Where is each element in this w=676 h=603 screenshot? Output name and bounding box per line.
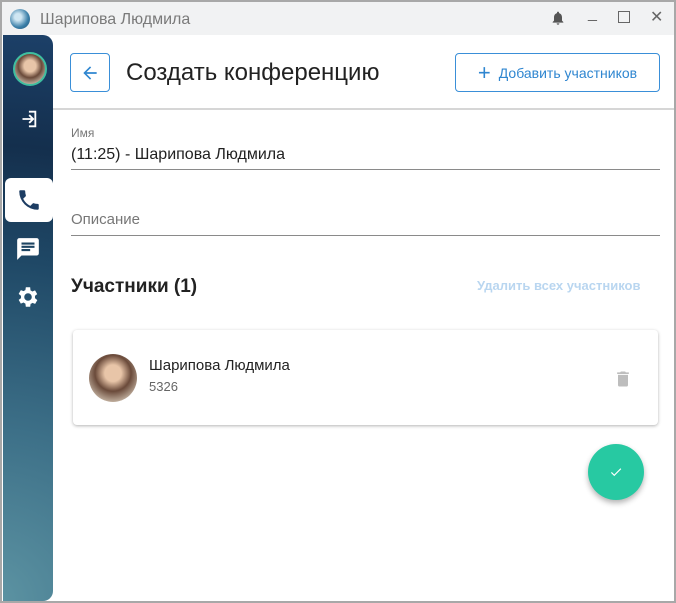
description-field[interactable]: Описание bbox=[71, 211, 660, 236]
name-field[interactable]: Имя (11:25) - Шарипова Людмила bbox=[71, 126, 660, 170]
app-logo-icon bbox=[10, 9, 30, 29]
title-bar: Шарипова Людмила _ ✕ bbox=[2, 2, 674, 35]
description-input[interactable]: Описание bbox=[71, 211, 660, 235]
plus-icon: + bbox=[477, 59, 491, 85]
participants-heading: Участники (1) bbox=[71, 276, 198, 297]
participant-avatar bbox=[89, 354, 137, 402]
sidebar bbox=[3, 35, 53, 601]
calls-icon[interactable] bbox=[5, 178, 53, 222]
name-input[interactable]: (11:25) - Шарипова Людмила bbox=[71, 146, 660, 169]
page-header: Создать конференцию + Добавить участников bbox=[53, 35, 674, 110]
check-icon bbox=[610, 468, 622, 477]
participant-name: Шарипова Людмила bbox=[149, 357, 290, 374]
window-title: Шарипова Людмила bbox=[40, 11, 191, 28]
add-participants-label: Добавить участников bbox=[498, 64, 638, 81]
chat-icon[interactable] bbox=[3, 227, 53, 271]
minimize-button[interactable]: _ bbox=[588, 5, 597, 23]
participant-card: Шарипова Людмила 5326 bbox=[73, 330, 658, 425]
confirm-button[interactable] bbox=[588, 444, 644, 500]
add-participants-button[interactable]: + Добавить участников bbox=[455, 53, 660, 92]
app-window: Шарипова Людмила _ ✕ Создать конференцию… bbox=[0, 0, 676, 603]
delete-participant-icon[interactable] bbox=[613, 368, 633, 395]
logout-icon[interactable] bbox=[3, 97, 53, 141]
remove-all-button[interactable]: Удалить всех участников bbox=[477, 278, 640, 293]
close-button[interactable]: ✕ bbox=[650, 7, 663, 27]
bell-mute-icon[interactable] bbox=[550, 10, 566, 31]
page-title: Создать конференцию bbox=[126, 59, 380, 86]
arrow-left-icon bbox=[83, 65, 97, 80]
user-avatar[interactable] bbox=[13, 52, 47, 86]
maximize-button[interactable] bbox=[618, 11, 630, 23]
settings-icon[interactable] bbox=[3, 275, 53, 319]
name-label: Имя bbox=[71, 126, 95, 140]
back-button[interactable] bbox=[70, 53, 110, 92]
participant-number: 5326 bbox=[149, 379, 178, 394]
